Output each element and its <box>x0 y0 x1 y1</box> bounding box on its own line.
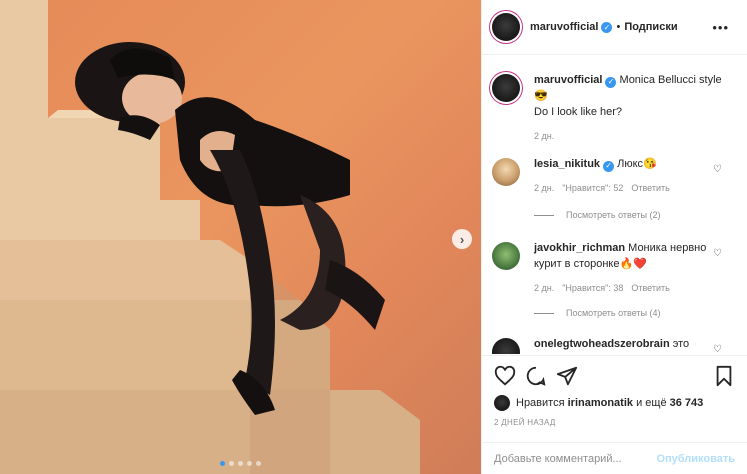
caption-text-line2: Do I look like her? <box>534 106 623 118</box>
add-comment-bar: Опубликовать <box>482 442 747 474</box>
caption-username[interactable]: maruvofficial <box>534 74 602 86</box>
comment-text: Люкс😘 <box>617 158 657 170</box>
post-header: maruvofficial ✓ • Подписки ••• <box>482 0 747 55</box>
avatar[interactable] <box>492 158 520 186</box>
following-button[interactable]: Подписки <box>624 21 677 33</box>
carousel-indicator <box>220 461 261 466</box>
verified-badge-icon: ✓ <box>601 21 613 33</box>
comment: javokhir_richman Моника нервно курит в с… <box>492 240 737 296</box>
comment-username[interactable]: javokhir_richman <box>534 242 625 254</box>
caption-emoji: 😎 <box>534 90 548 102</box>
comment-time: 2 дн. <box>534 183 555 193</box>
heart-icon[interactable]: ♡ <box>713 164 722 175</box>
comment-text: это <box>672 338 690 350</box>
verified-badge-icon: ✓ <box>603 160 615 172</box>
view-replies-label: Посмотреть ответы (2) <box>566 210 661 220</box>
post-actions: Нравится irinamonatik и ещё 36 743 2 ДНЕ… <box>482 355 747 473</box>
share-icon[interactable] <box>556 365 578 387</box>
view-replies-label: Посмотреть ответы (4) <box>566 308 661 318</box>
divider <box>534 312 554 314</box>
comment-likes[interactable]: "Нравится": 38 <box>562 280 623 296</box>
post-date[interactable]: 2 ДНЕЙ НАЗАД <box>494 418 556 427</box>
likes-middle: и ещё <box>636 397 667 409</box>
comment-username[interactable]: onelegtwoheadszerobrain <box>534 338 670 350</box>
carousel-dot <box>238 461 243 466</box>
divider <box>534 214 554 216</box>
view-replies-button[interactable]: Посмотреть ответы (2) <box>534 210 661 220</box>
comment-input[interactable] <box>494 452 657 465</box>
avatar[interactable] <box>492 338 520 354</box>
carousel-dot <box>256 461 261 466</box>
likes-prefix: Нравится <box>516 397 565 409</box>
verified-badge-icon: ✓ <box>605 76 617 88</box>
avatar[interactable] <box>492 13 520 41</box>
publish-button[interactable]: Опубликовать <box>656 453 735 465</box>
reply-button[interactable]: Ответить <box>631 280 669 296</box>
more-options-icon[interactable]: ••• <box>712 20 729 35</box>
carousel-dot <box>220 461 225 466</box>
comments-list[interactable]: maruvofficial ✓ Monica Bellucci style 😎 D… <box>482 56 747 354</box>
caption-text: Monica Bellucci style <box>619 74 722 86</box>
post-photo[interactable]: › <box>0 0 481 474</box>
comment-icon[interactable] <box>525 365 547 387</box>
view-replies-button[interactable]: Посмотреть ответы (4) <box>534 308 661 318</box>
comment-time: 2 дн. <box>534 283 555 293</box>
post-side-panel: maruvofficial ✓ • Подписки ••• maruvoffi… <box>481 0 747 474</box>
comment-likes[interactable]: "Нравится": 52 <box>562 180 623 196</box>
carousel-dot <box>247 461 252 466</box>
likes-user[interactable]: irinamonatik <box>568 397 633 409</box>
action-bar <box>494 365 735 389</box>
avatar[interactable] <box>492 242 520 270</box>
heart-icon[interactable] <box>494 365 516 387</box>
bookmark-icon[interactable] <box>713 365 735 387</box>
comment: lesia_nikituk ✓ Люкс😘 2 дн. "Нравится": 5… <box>492 156 737 196</box>
carousel-dot <box>229 461 234 466</box>
comment-username[interactable]: lesia_nikituk <box>534 158 600 170</box>
likes-count[interactable]: 36 743 <box>670 397 704 409</box>
header-username[interactable]: maruvofficial <box>530 21 598 33</box>
avatar[interactable] <box>492 74 520 102</box>
next-slide-button[interactable]: › <box>452 229 472 249</box>
photo-illustration <box>0 0 420 474</box>
comment: onelegtwoheadszerobrain это ♡ <box>492 336 737 354</box>
heart-icon[interactable]: ♡ <box>713 344 722 354</box>
avatar <box>494 395 510 411</box>
chevron-right-icon: › <box>459 231 465 247</box>
caption: maruvofficial ✓ Monica Bellucci style 😎 D… <box>492 72 737 144</box>
likes-summary[interactable]: Нравится irinamonatik и ещё 36 743 <box>494 395 703 411</box>
heart-icon[interactable]: ♡ <box>713 248 722 259</box>
reply-button[interactable]: Ответить <box>631 180 669 196</box>
caption-time: 2 дн. <box>534 131 555 141</box>
separator: • <box>616 21 621 33</box>
